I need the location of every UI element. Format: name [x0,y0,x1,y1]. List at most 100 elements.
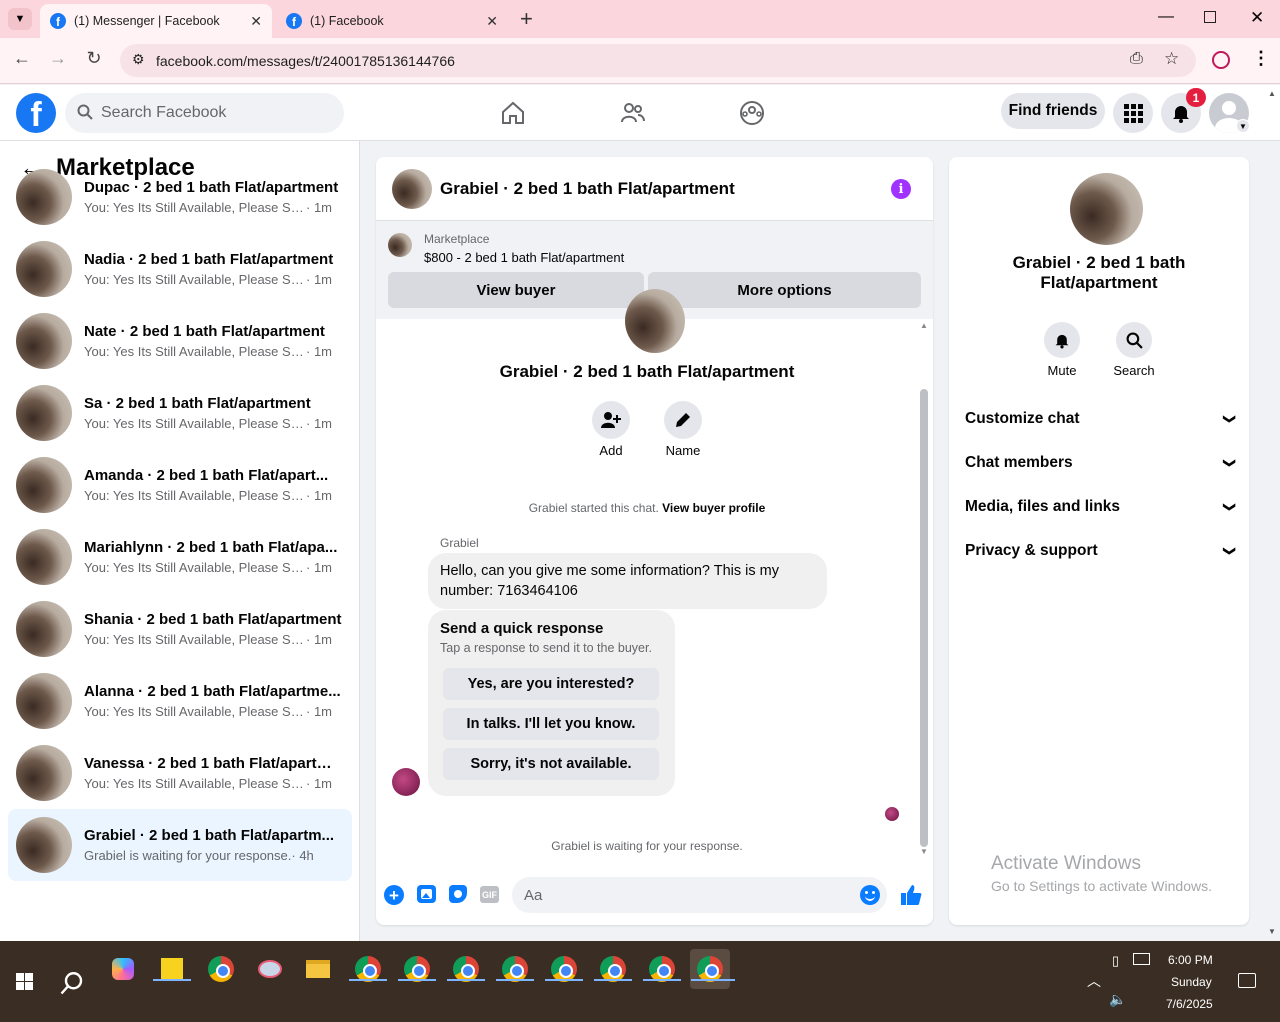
conversation-item[interactable]: Grabiel · 2 bed 1 bath Flat/apartm... Gra… [8,809,352,881]
clock-date[interactable]: 7/6/2025 [1166,997,1213,1011]
tab-facebook[interactable]: f (1) Facebook ✕ [276,4,508,38]
scrollbar-thumb[interactable] [920,389,928,847]
quick-response-yes[interactable]: Yes, are you interested? [443,668,659,700]
chrome-profile-4-icon[interactable] [495,949,535,989]
chrome-profile-3-icon[interactable] [446,949,486,989]
conversation-item[interactable]: Mariahlynn · 2 bed 1 bath Flat/apa... You… [8,521,352,593]
conversation-item[interactable]: Shania · 2 bed 1 bath Flat/apartment You:… [8,593,352,665]
sender-avatar[interactable] [392,768,420,796]
media-files-links-row[interactable]: Media, files and links ❯ [965,485,1237,529]
taskbar-search-icon[interactable] [60,971,84,1000]
facebook-logo[interactable]: f [16,93,56,133]
conversation-item[interactable]: Nadia · 2 bed 1 bath Flat/apartment You: … [8,233,352,305]
profile-picture-large[interactable] [1070,173,1143,245]
message-input[interactable]: Aa [512,877,887,913]
bookmark-star-icon[interactable]: ☆ [1164,49,1179,69]
mute-button[interactable] [1044,322,1080,358]
snipping-tool-icon[interactable] [250,949,290,989]
chrome-icon[interactable] [201,949,241,989]
scroll-down-arrow-icon[interactable]: ▼ [920,847,928,856]
clock-time[interactable]: 6:00 PM [1168,953,1213,967]
device-icon[interactable]: ▯ [1112,953,1119,969]
photo-icon[interactable] [417,885,436,903]
profile-icon[interactable] [1212,51,1230,69]
close-tab-icon[interactable]: ✕ [486,13,498,30]
emoji-icon[interactable] [860,885,880,905]
address-bar-row: ← → ↻ ⚙ facebook.com/messages/t/24001785… [0,38,1280,84]
minimize-icon[interactable]: — [1158,8,1174,26]
listing-title[interactable]: $800 - 2 bed 1 bath Flat/apartment [424,250,624,265]
quick-response-in-talks[interactable]: In talks. I'll let you know. [443,708,659,740]
url-field[interactable]: ⚙ facebook.com/messages/t/24001785136144… [120,44,1196,77]
customize-chat-row[interactable]: Customize chat ❯ [965,397,1237,441]
conversation-item[interactable]: Alanna · 2 bed 1 bath Flat/apartme... You… [8,665,352,737]
chrome-profile-8-icon[interactable] [690,949,730,989]
browser-menu-icon[interactable]: ⋮ [1252,48,1270,69]
conversation-item[interactable]: Sa · 2 bed 1 bath Flat/apartment You: Yes… [8,377,352,449]
volume-icon[interactable]: 🔈 [1109,991,1126,1008]
activate-windows-title: Activate Windows [991,853,1141,874]
conversation-item[interactable]: Nate · 2 bed 1 bath Flat/apartment You: Y… [8,305,352,377]
chat-members-row[interactable]: Chat members ❯ [965,441,1237,485]
groups-icon[interactable] [739,100,765,131]
conversation-text: Mariahlynn · 2 bed 1 bath Flat/apa... You… [84,539,342,575]
friends-icon[interactable] [620,101,646,130]
account-chevron-icon[interactable]: ▼ [1236,119,1250,133]
conversation-item[interactable]: Vanessa · 2 bed 1 bath Flat/apartm... You… [8,737,352,809]
forward-icon[interactable]: → [46,48,70,69]
chat-title[interactable]: Grabiel · 2 bed 1 bath Flat/apartment [440,179,735,199]
more-options-button[interactable]: More options [648,272,921,308]
copilot-icon[interactable] [103,949,143,989]
search-input[interactable]: Search Facebook [65,93,344,133]
hidden-icons-chevron-icon[interactable]: ︿ [1087,971,1101,991]
page-scroll-down-icon[interactable]: ▼ [1268,927,1276,936]
profile-picture[interactable] [625,289,685,353]
new-tab-icon[interactable]: + [520,6,533,32]
file-explorer-icon[interactable] [298,949,338,989]
find-friends-button[interactable]: Find friends [1001,93,1105,129]
tab-list-chevron-icon[interactable]: ▼ [8,8,32,30]
chrome-profile-1-icon[interactable] [348,949,388,989]
reload-icon[interactable]: ↻ [82,48,106,69]
back-icon[interactable]: ← [10,48,34,69]
conversation-name: Amanda · 2 bed 1 bath Flat/apart... [84,467,329,484]
sticker-icon[interactable] [449,885,467,903]
info-icon[interactable]: i [891,179,911,199]
gif-icon[interactable]: GIF [480,886,499,903]
close-window-icon[interactable]: ✕ [1250,8,1264,28]
conversation-item[interactable]: Dupac · 2 bed 1 bath Flat/apartment You: … [8,161,352,233]
clock-day[interactable]: Sunday [1171,975,1212,989]
network-icon[interactable] [1133,953,1150,965]
view-buyer-profile-link[interactable]: View buyer profile [662,501,765,515]
more-actions-plus-icon[interactable]: + [384,885,404,905]
home-icon[interactable] [500,101,526,130]
add-people-button[interactable] [592,401,630,439]
chrome-profile-2-icon[interactable] [397,949,437,989]
chevron-down-icon: ❯ [1222,545,1237,557]
chat-avatar[interactable] [392,168,432,209]
conversation-item[interactable]: Amanda · 2 bed 1 bath Flat/apart... You: … [8,449,352,521]
privacy-support-row[interactable]: Privacy & support ❯ [965,529,1237,573]
windows-start-icon[interactable] [16,973,33,990]
chrome-profile-7-icon[interactable] [642,949,682,989]
menu-grid-button[interactable] [1113,93,1153,133]
restore-icon[interactable] [1204,11,1216,23]
scroll-up-arrow-icon[interactable]: ▲ [920,321,928,330]
sticky-notes-icon[interactable] [152,949,192,989]
conversation-name: Nadia · 2 bed 1 bath Flat/apartment [84,251,334,268]
chrome-profile-5-icon[interactable] [544,949,584,989]
close-tab-icon[interactable]: ✕ [250,13,262,30]
like-thumbs-up-icon[interactable] [900,884,922,911]
tab-messenger[interactable]: f (1) Messenger | Facebook ✕ [40,4,272,38]
chrome-profile-6-icon[interactable] [593,949,633,989]
page-scroll-up-icon[interactable]: ▲ [1268,89,1276,98]
view-buyer-button[interactable]: View buyer [388,272,644,308]
site-info-icon[interactable]: ⚙ [132,51,145,68]
conversation-time: · 1m [306,776,332,791]
notification-center-icon[interactable] [1238,973,1256,988]
quick-response-not-available[interactable]: Sorry, it's not available. [443,748,659,780]
scrollbar-track[interactable]: ▲ ▼ [918,319,930,857]
nickname-button[interactable] [664,401,702,439]
search-chat-button[interactable] [1116,322,1152,358]
install-app-icon[interactable]: ⎙ [1130,50,1143,68]
